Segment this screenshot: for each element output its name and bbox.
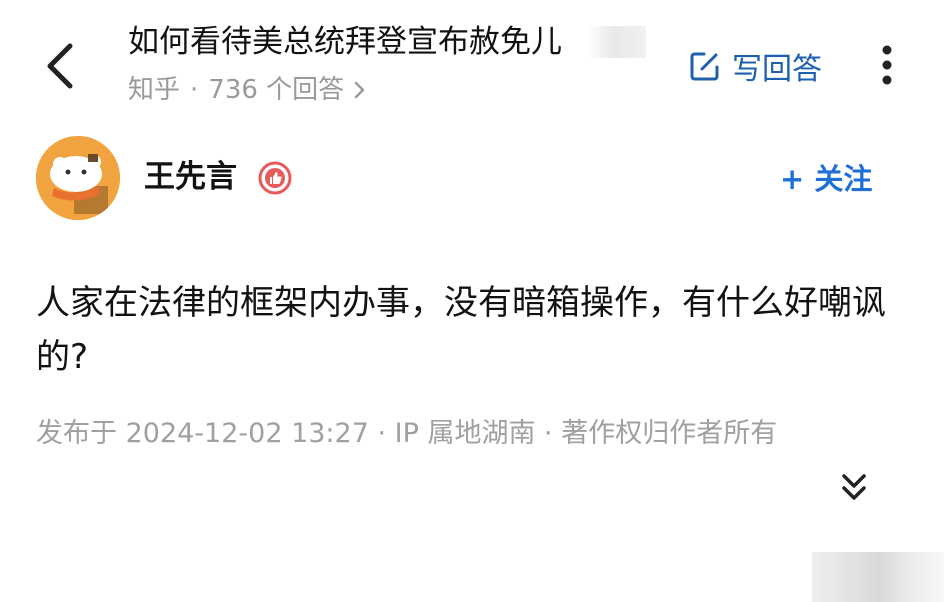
meta-separator: · xyxy=(190,75,199,105)
follow-label: + 关注 xyxy=(780,162,873,196)
expand-button[interactable] xyxy=(836,470,872,508)
author-name[interactable]: 王先言 xyxy=(144,156,237,198)
answer-content: 人家在法律的框架内办事，没有暗箱操作，有什么好嘲讽的? xyxy=(36,283,886,377)
double-chevron-down-icon xyxy=(842,474,866,500)
edit-square-icon xyxy=(690,52,719,81)
back-button[interactable] xyxy=(36,38,88,94)
chevron-left-icon xyxy=(47,43,73,89)
answer-meta: 发布于 2024-12-02 13:27 · IP 属地湖南 · 著作权归作者所… xyxy=(36,418,778,449)
avatar-image xyxy=(36,136,120,220)
source-label: 知乎 xyxy=(128,75,181,105)
question-meta[interactable]: 知乎 · 736 个回答 xyxy=(128,72,366,108)
write-answer-button[interactable]: 写回答 xyxy=(688,44,822,88)
watermark-blur xyxy=(812,552,944,602)
more-vertical-icon xyxy=(882,45,892,85)
question-title[interactable]: 如何看待美总统拜登宣布赦免儿 xyxy=(128,20,643,64)
write-answer-label: 写回答 xyxy=(732,52,822,87)
answer-count: 736 个回答 xyxy=(208,75,345,105)
follow-button[interactable]: + 关注 xyxy=(780,154,872,200)
avatar[interactable] xyxy=(36,136,120,220)
more-options-button[interactable] xyxy=(872,42,902,90)
title-fade-overlay xyxy=(588,26,646,58)
chevron-right-icon xyxy=(354,81,365,99)
thumbs-up-badge-icon xyxy=(258,161,292,195)
